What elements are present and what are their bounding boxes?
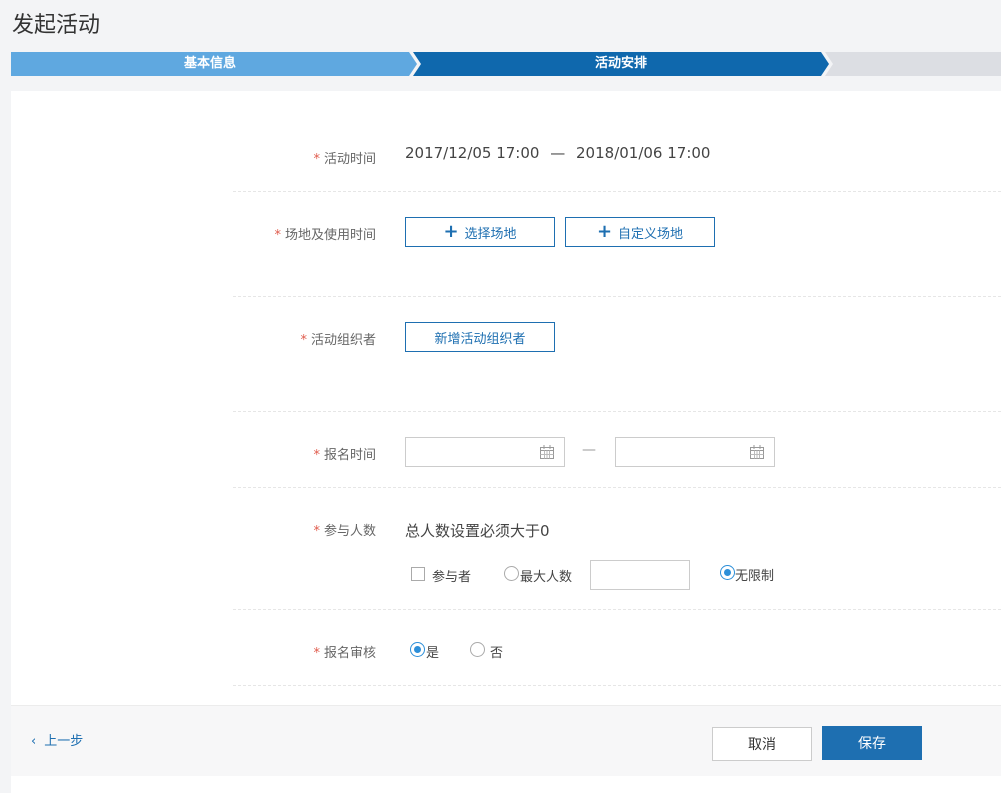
registration-end-input[interactable]	[615, 437, 775, 467]
progress-steps: 基本信息 活动安排	[11, 52, 1001, 76]
custom-venue-label: 自定义场地	[618, 226, 684, 242]
divider	[233, 609, 1001, 610]
step-schedule[interactable]: 活动安排	[421, 52, 821, 76]
participant-option-label[interactable]: 参与者	[432, 566, 471, 585]
step-shape-next	[825, 52, 1001, 76]
max-count-option-label[interactable]: 最大人数	[520, 566, 572, 585]
divider	[233, 191, 1001, 192]
activity-time-label: * 活动时间	[313, 152, 376, 167]
add-organizer-button[interactable]: 新增活动组织者	[405, 322, 555, 352]
participants-hint: 总人数设置必须大于0	[405, 522, 550, 540]
divider	[233, 487, 1001, 488]
calendar-icon[interactable]	[540, 445, 554, 459]
max-count-radio[interactable]	[504, 566, 519, 581]
activity-time-value: 2017/12/05 17:00 — 2018/01/06 17:00	[405, 144, 710, 162]
form-card: * 活动时间 2017/12/05 17:00 — 2018/01/06 17:0…	[11, 91, 1001, 793]
review-no-radio[interactable]	[470, 642, 485, 657]
registration-time-label: * 报名时间	[313, 448, 376, 463]
activity-time-separator: —	[550, 144, 566, 162]
review-yes-radio[interactable]	[410, 642, 425, 657]
divider	[233, 296, 1001, 297]
select-venue-label: 选择场地	[464, 226, 517, 242]
plus-icon: +	[596, 221, 613, 242]
participants-label: * 参与人数	[313, 524, 376, 539]
calendar-icon[interactable]	[750, 445, 764, 459]
review-label: * 报名审核	[313, 646, 376, 661]
save-button[interactable]: 保存	[822, 726, 922, 760]
prev-step-label: 上一步	[44, 734, 84, 749]
unlimited-option-label[interactable]: 无限制	[735, 565, 774, 584]
select-venue-button[interactable]: + 选择场地	[405, 217, 555, 247]
max-count-input[interactable]	[590, 560, 690, 590]
activity-start-time: 2017/12/05 17:00	[405, 144, 540, 162]
custom-venue-button[interactable]: + 自定义场地	[565, 217, 715, 247]
registration-start-input[interactable]	[405, 437, 565, 467]
divider	[233, 411, 1001, 412]
form-footer: ‹ 上一步 取消 保存	[11, 705, 1001, 776]
review-yes-label[interactable]: 是	[426, 642, 439, 661]
chevron-left-icon: ‹	[31, 734, 37, 749]
organizer-label: * 活动组织者	[300, 333, 376, 348]
participant-checkbox[interactable]	[411, 567, 425, 581]
prev-step-link[interactable]: ‹ 上一步	[31, 730, 83, 749]
page-title: 发起活动	[12, 13, 101, 38]
unlimited-radio[interactable]	[720, 565, 735, 580]
date-range-separator: —	[582, 442, 596, 458]
step-basic-info[interactable]: 基本信息	[11, 52, 409, 76]
activity-end-time: 2018/01/06 17:00	[576, 144, 711, 162]
divider	[233, 685, 1001, 686]
cancel-button[interactable]: 取消	[712, 727, 812, 761]
plus-icon: +	[443, 221, 459, 242]
review-no-label[interactable]: 否	[490, 642, 503, 661]
venue-label: * 场地及使用时间	[274, 228, 376, 243]
add-organizer-label: 新增活动组织者	[434, 331, 526, 347]
